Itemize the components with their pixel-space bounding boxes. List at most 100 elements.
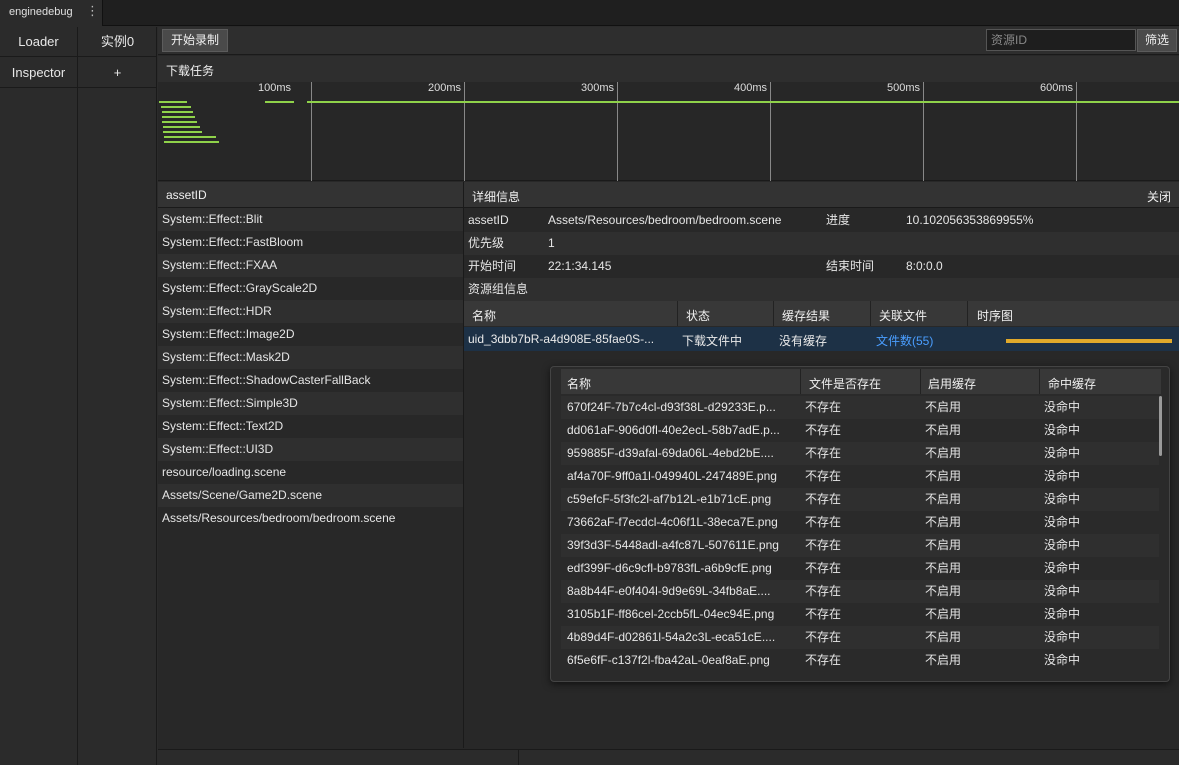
table-row[interactable]: 670f24F-7b7c4cl-d93f38L-d29233E.p... 不存在 不… <box>561 396 1159 419</box>
sidebar-item-loader[interactable]: Loader <box>0 27 77 57</box>
sidebar-item-inspector[interactable]: Inspector <box>0 58 77 88</box>
cache-enabled: 不启用 <box>925 607 962 621</box>
table-row[interactable]: 8a8b44F-e0f404l-9d9e69L-34fb8aE.... 不存在 不启… <box>561 580 1159 603</box>
tick-line <box>464 82 465 181</box>
list-item[interactable]: System::Effect::Text2D <box>158 415 463 438</box>
detail-row-time: 开始时间 22:1:34.145 结束时间 8:0:0.0 <box>464 255 1179 278</box>
list-item[interactable]: System::Effect::HDR <box>158 300 463 323</box>
tick-line <box>311 82 312 181</box>
cache-enabled: 不启用 <box>925 446 962 460</box>
file-name: edf399F-d6c9cfl-b9783fL-a6b9cfE.png <box>567 561 772 575</box>
group-info-label: 资源组信息 <box>468 282 529 296</box>
tab-enginedebug[interactable]: enginedebug ⋮ <box>0 0 103 26</box>
group-table-header: 名称 状态 缓存结果 关联文件 时序图 <box>464 301 1179 326</box>
tick-label: 100ms <box>257 82 291 94</box>
list-item[interactable]: System::Effect::Image2D <box>158 323 463 346</box>
table-row[interactable]: 4b89d4F-d02861l-54a2c3L-eca51cE.... 不存在 不启… <box>561 626 1159 649</box>
file-exists: 不存在 <box>805 423 842 437</box>
list-item[interactable]: System::Effect::FXAA <box>158 254 463 277</box>
list-item[interactable]: System::Effect::ShadowCasterFallBack <box>158 369 463 392</box>
filter-button[interactable]: 筛选 <box>1137 29 1177 52</box>
add-icon[interactable]: + <box>78 58 157 88</box>
file-name: 73662aF-f7ecdcl-4c06f1L-38eca7E.png <box>567 515 778 529</box>
more-options-icon[interactable]: ⋮ <box>86 3 99 19</box>
tick-label: 200ms <box>427 82 461 94</box>
asset-list-header-label: assetID <box>166 188 207 202</box>
table-row[interactable]: 73662aF-f7ecdcl-4c06f1L-38eca7E.png 不存在 不启… <box>561 511 1159 534</box>
cache-enabled: 不启用 <box>925 561 962 575</box>
file-exists: 不存在 <box>805 630 842 644</box>
cache-hit: 没命中 <box>1044 423 1081 437</box>
search-input[interactable]: 资源ID <box>986 29 1136 51</box>
detail-row-assetid: assetID Assets/Resources/bedroom/bedroom… <box>464 209 1179 232</box>
timeline-bar <box>161 106 191 108</box>
scrollbar-thumb[interactable] <box>1159 396 1162 456</box>
sidebar-item-instance0[interactable]: 实例0 <box>78 27 157 57</box>
column-header: 时序图 <box>977 309 1014 323</box>
list-item[interactable]: Assets/Resources/bedroom/bedroom.scene <box>158 507 463 530</box>
progress-value: 10.102056353869955% <box>906 213 1034 227</box>
table-row[interactable]: dd061aF-906d0fl-40e2ecL-58b7adE.p... 不存在 不… <box>561 419 1159 442</box>
tick-line <box>923 82 924 181</box>
cache-hit: 没命中 <box>1044 561 1081 575</box>
assetid-value: Assets/Resources/bedroom/bedroom.scene <box>548 213 782 227</box>
file-name: 670f24F-7b7c4cl-d93f38L-d29233E.p... <box>567 400 776 414</box>
group-cache-result: 没有缓存 <box>779 334 828 348</box>
list-item[interactable]: System::Effect::UI3D <box>158 438 463 461</box>
table-row[interactable]: edf399F-d6c9cfl-b9783fL-a6b9cfE.png 不存在 不启… <box>561 557 1159 580</box>
tick-label: 400ms <box>733 82 767 94</box>
tick-label: 500ms <box>886 82 920 94</box>
cache-hit: 没命中 <box>1044 607 1081 621</box>
table-row[interactable]: 6f5e6fF-c137f2l-fba42aL-0eaf8aE.png 不存在 不启… <box>561 649 1159 672</box>
table-row[interactable]: 959885F-d39afal-69da06L-4ebd2bE.... 不存在 不启… <box>561 442 1159 465</box>
cache-enabled: 不启用 <box>925 653 962 667</box>
tab-label: enginedebug <box>9 6 73 18</box>
column-divider <box>870 301 871 326</box>
list-item[interactable]: System::Effect::Simple3D <box>158 392 463 415</box>
table-row[interactable]: 39f3d3F-5448adl-a4fc87L-507611E.png 不存在 不启… <box>561 534 1159 557</box>
file-exists: 不存在 <box>805 469 842 483</box>
detail-row-priority: 优先级 1 <box>464 232 1179 255</box>
list-item[interactable]: System::Effect::GrayScale2D <box>158 277 463 300</box>
start-time-label: 开始时间 <box>468 259 517 273</box>
file-name: c59efcF-5f3fc2l-af7b12L-e1b71cE.png <box>567 492 772 506</box>
group-name: uid_3dbb7bR-a4d908E-85fae0S-... <box>468 332 655 346</box>
column-header: 名称 <box>472 309 497 323</box>
table-row[interactable]: af4a70F-9ff0a1l-049940L-247489E.png 不存在 不启… <box>561 465 1159 488</box>
tick-line <box>617 82 618 181</box>
file-name: 39f3d3F-5448adl-a4fc87L-507611E.png <box>567 538 779 552</box>
start-time-value: 22:1:34.145 <box>548 259 612 273</box>
table-row[interactable]: uid_3dbb7bR-a4d908E-85fae0S-... 下载文件中 没有… <box>464 327 1179 351</box>
cache-enabled: 不启用 <box>925 400 962 414</box>
timeline-bar <box>265 101 294 103</box>
asset-list: System::Effect::Blit System::Effect::Fas… <box>158 208 463 530</box>
cache-enabled: 不启用 <box>925 584 962 598</box>
list-item[interactable]: System::Effect::Mask2D <box>158 346 463 369</box>
column-header: 名称 <box>567 377 592 391</box>
download-section-header: 下载任务 <box>158 56 1179 82</box>
list-item[interactable]: Assets/Scene/Game2D.scene <box>158 484 463 507</box>
cache-hit: 没命中 <box>1044 538 1081 552</box>
timeline-bar <box>164 136 216 138</box>
cache-hit: 没命中 <box>1044 469 1081 483</box>
start-recording-button[interactable]: 开始录制 <box>162 29 228 52</box>
close-button[interactable]: 关闭 <box>1147 188 1171 205</box>
toolbar: 开始录制 资源ID 筛选 <box>158 27 1179 55</box>
end-time-value: 8:0:0.0 <box>906 259 943 273</box>
table-row[interactable]: c59efcF-5f3fc2l-af7b12L-e1b71cE.png 不存在 不启… <box>561 488 1159 511</box>
cache-enabled: 不启用 <box>925 515 962 529</box>
file-name: 3105b1F-ff86cel-2ccb5fL-04ec94E.png <box>567 607 775 621</box>
list-item[interactable]: resource/loading.scene <box>158 461 463 484</box>
file-list-popup: 名称 文件是否存在 启用缓存 命中缓存 670f24F-7b7c4cl-d93f… <box>550 366 1170 682</box>
cache-enabled: 不启用 <box>925 538 962 552</box>
tick-line <box>1076 82 1077 181</box>
file-count-link[interactable]: 文件数(55) <box>876 332 933 349</box>
column-divider <box>773 301 774 326</box>
detail-row-group: 资源组信息 <box>464 278 1179 301</box>
table-row[interactable]: 3105b1F-ff86cel-2ccb5fL-04ec94E.png 不存在 不启… <box>561 603 1159 626</box>
file-exists: 不存在 <box>805 492 842 506</box>
progress-label: 进度 <box>826 213 851 227</box>
tick-label: 600ms <box>1039 82 1073 94</box>
list-item[interactable]: System::Effect::Blit <box>158 208 463 231</box>
list-item[interactable]: System::Effect::FastBloom <box>158 231 463 254</box>
